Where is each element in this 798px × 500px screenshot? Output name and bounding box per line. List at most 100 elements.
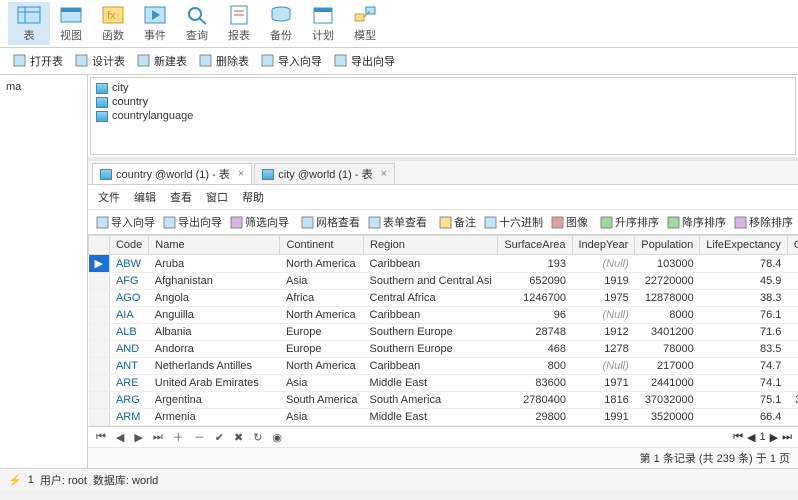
cell[interactable]: 1919 bbox=[572, 273, 635, 290]
pager-first-icon[interactable]: ⏮ bbox=[733, 431, 743, 444]
menu-item[interactable]: 帮助 bbox=[242, 189, 264, 205]
close-icon[interactable]: × bbox=[381, 168, 387, 180]
grid-wrap[interactable]: CodeNameContinentRegionSurfaceAreaIndepY… bbox=[88, 235, 798, 426]
table-row[interactable]: ANDAndorraEuropeSouthern Europe468127878… bbox=[89, 341, 798, 358]
cell[interactable]: Central Africa bbox=[364, 290, 498, 307]
column-header[interactable]: IndepYear bbox=[572, 236, 635, 255]
cell[interactable]: ALB bbox=[109, 324, 148, 341]
cell[interactable]: 800 bbox=[498, 358, 572, 375]
cell[interactable]: 74.1 bbox=[700, 375, 788, 392]
column-header[interactable]: SurfaceArea bbox=[498, 236, 572, 255]
cell[interactable]: Middle East bbox=[364, 409, 498, 426]
cell[interactable]: Caribbean bbox=[364, 307, 498, 324]
cell[interactable]: Caribbean bbox=[364, 358, 498, 375]
cell[interactable]: Asia bbox=[280, 273, 364, 290]
nav-add-icon[interactable]: ＋ bbox=[171, 429, 186, 445]
cell[interactable]: Southern Europe bbox=[364, 341, 498, 358]
table-list-item[interactable]: countrylanguage bbox=[94, 109, 792, 123]
cell[interactable]: Angola bbox=[149, 290, 280, 307]
menu-item[interactable]: 窗口 bbox=[206, 189, 228, 205]
cell[interactable]: 22720000 bbox=[635, 273, 700, 290]
close-icon[interactable]: × bbox=[238, 168, 244, 180]
row-marker[interactable]: ▶ bbox=[89, 255, 110, 273]
cell[interactable]: Southern and Central Asi bbox=[364, 273, 498, 290]
cell[interactable]: 59 bbox=[787, 273, 798, 290]
sub-import[interactable]: 导入向导 bbox=[256, 51, 327, 71]
cell[interactable]: 32 bbox=[787, 324, 798, 341]
gridtb-import[interactable]: 导入向导 bbox=[92, 212, 159, 232]
pager-last-icon[interactable]: ⏭ bbox=[782, 431, 792, 444]
table-row[interactable]: ANTNetherlands AntillesNorth AmericaCari… bbox=[89, 358, 798, 375]
cell[interactable]: 1246700 bbox=[498, 290, 572, 307]
gridtb-export[interactable]: 导出向导 bbox=[159, 212, 226, 232]
nav-cancel-icon[interactable]: ✖ bbox=[232, 431, 245, 444]
cell[interactable]: 83600 bbox=[498, 375, 572, 392]
cell[interactable]: 96 bbox=[498, 307, 572, 324]
column-header[interactable]: Region bbox=[364, 236, 498, 255]
cell[interactable]: AGO bbox=[109, 290, 148, 307]
row-marker[interactable] bbox=[89, 341, 110, 358]
toolbar-event[interactable]: 事件 bbox=[134, 2, 176, 45]
gridtb-memo[interactable]: 备注 bbox=[435, 212, 480, 232]
table-row[interactable]: ALBAlbaniaEuropeSouthern Europe287481912… bbox=[89, 324, 798, 341]
sub-design[interactable]: 设计表 bbox=[70, 51, 130, 71]
toolbar-report[interactable]: 报表 bbox=[218, 2, 260, 45]
cell[interactable]: 83.5 bbox=[700, 341, 788, 358]
toolbar-schedule[interactable]: 计划 bbox=[302, 2, 344, 45]
cell[interactable]: ARE bbox=[109, 375, 148, 392]
cell[interactable]: 71.6 bbox=[700, 324, 788, 341]
cell[interactable]: 38.3 bbox=[700, 290, 788, 307]
table-list-item[interactable]: city bbox=[94, 81, 792, 95]
cell[interactable]: Caribbean bbox=[364, 255, 498, 273]
cell[interactable]: 28748 bbox=[498, 324, 572, 341]
row-marker[interactable] bbox=[89, 409, 110, 426]
table-row[interactable]: AREUnited Arab EmiratesAsiaMiddle East83… bbox=[89, 375, 798, 392]
cell[interactable]: 18 bbox=[787, 409, 798, 426]
pager-prev-icon[interactable]: ◀ bbox=[747, 431, 755, 444]
tab[interactable]: city @world (1) - 表× bbox=[254, 163, 395, 184]
menu-item[interactable]: 文件 bbox=[98, 189, 120, 205]
cell[interactable]: North America bbox=[280, 255, 364, 273]
table-row[interactable]: AIAAnguillaNorth AmericaCaribbean96(Null… bbox=[89, 307, 798, 324]
nav-stop-icon[interactable]: ◉ bbox=[270, 431, 284, 444]
cell[interactable]: ARM bbox=[109, 409, 148, 426]
cell[interactable]: 193 bbox=[498, 255, 572, 273]
cell[interactable]: South America bbox=[364, 392, 498, 409]
cell[interactable]: 468 bbox=[498, 341, 572, 358]
cell[interactable]: (Null) bbox=[572, 255, 635, 273]
nav-last-icon[interactable]: ⏭ bbox=[151, 431, 165, 444]
cell[interactable]: 1912 bbox=[572, 324, 635, 341]
nav-prev-icon[interactable]: ◀ bbox=[114, 431, 126, 444]
cell[interactable]: Aruba bbox=[149, 255, 280, 273]
gridtb-image[interactable]: 图像 bbox=[547, 212, 592, 232]
cell[interactable]: 2441000 bbox=[635, 375, 700, 392]
table-row[interactable]: ARGArgentinaSouth AmericaSouth America27… bbox=[89, 392, 798, 409]
cell[interactable]: South America bbox=[280, 392, 364, 409]
cell[interactable]: Albania bbox=[149, 324, 280, 341]
cell[interactable]: 3401200 bbox=[635, 324, 700, 341]
cell[interactable]: 1 bbox=[787, 341, 798, 358]
column-header[interactable]: LifeExpectancy bbox=[700, 236, 788, 255]
gridtb-desc[interactable]: 降序排序 bbox=[663, 212, 730, 232]
gridtb-filter[interactable]: 筛选向导 bbox=[226, 212, 293, 232]
cell[interactable]: ANT bbox=[109, 358, 148, 375]
menu-item[interactable]: 查看 bbox=[170, 189, 192, 205]
column-header[interactable]: Continent bbox=[280, 236, 364, 255]
menu-item[interactable]: 编辑 bbox=[134, 189, 156, 205]
cell[interactable]: 8000 bbox=[635, 307, 700, 324]
cell[interactable]: AND bbox=[109, 341, 148, 358]
cell[interactable]: 76.1 bbox=[700, 307, 788, 324]
nav-next-icon[interactable]: ▶ bbox=[132, 431, 144, 444]
sub-export[interactable]: 导出向导 bbox=[329, 51, 400, 71]
row-marker[interactable] bbox=[89, 375, 110, 392]
cell[interactable]: 1971 bbox=[572, 375, 635, 392]
gridtb-asc[interactable]: 升序排序 bbox=[596, 212, 663, 232]
cell[interactable]: 217000 bbox=[635, 358, 700, 375]
cell[interactable]: North America bbox=[280, 358, 364, 375]
cell[interactable]: 66.4 bbox=[700, 409, 788, 426]
cell[interactable]: 78.4 bbox=[700, 255, 788, 273]
nav-minus-icon[interactable]: － bbox=[192, 429, 207, 445]
gridtb-formview[interactable]: 表单查看 bbox=[364, 212, 431, 232]
cell[interactable]: 29800 bbox=[498, 409, 572, 426]
column-header[interactable]: Name bbox=[149, 236, 280, 255]
